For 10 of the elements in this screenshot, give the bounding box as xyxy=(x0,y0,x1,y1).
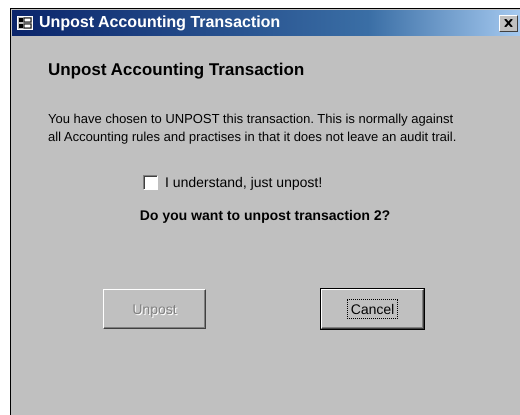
form-icon xyxy=(17,16,33,30)
dialog-heading: Unpost Accounting Transaction xyxy=(48,60,306,80)
checkbox-label: I understand, just unpost! xyxy=(165,174,322,190)
close-button[interactable] xyxy=(499,14,518,32)
cancel-button[interactable]: Cancel xyxy=(321,289,424,329)
confirm-question: Do you want to unpost transaction 2? xyxy=(138,207,392,223)
window-title: Unpost Accounting Transaction xyxy=(39,14,282,32)
warning-message: You have chosen to UNPOST this transaction. This is normally against all Accounting rules and practises in that it does not leave an audit trail. xyxy=(48,110,458,146)
close-icon xyxy=(504,19,513,27)
confirm-checkbox[interactable] xyxy=(143,174,158,190)
